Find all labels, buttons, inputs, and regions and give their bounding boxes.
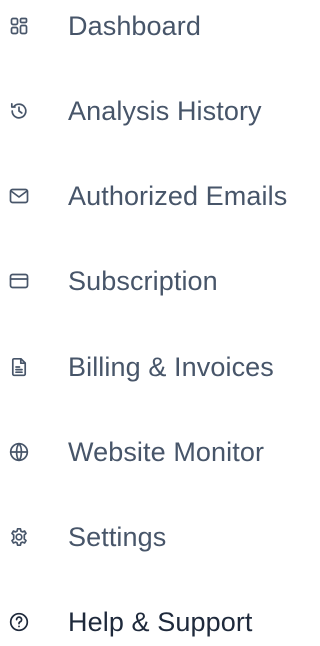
mail-icon: [9, 186, 29, 206]
sidebar-nav: Dashboard Analysis History Authorized Em…: [0, 0, 317, 637]
sidebar-item-label: Subscription: [68, 265, 218, 296]
sidebar-item-billing-invoices[interactable]: Billing & Invoices: [0, 343, 317, 391]
sidebar-item-help-support[interactable]: Help & Support: [0, 598, 317, 646]
sidebar-item-label: Dashboard: [68, 10, 201, 41]
sidebar-item-label: Settings: [68, 521, 167, 552]
sidebar-item-subscription[interactable]: Subscription: [0, 257, 317, 305]
sidebar-item-label: Authorized Emails: [68, 180, 288, 211]
globe-icon: [9, 442, 29, 462]
sidebar-item-label: Analysis History: [68, 95, 262, 126]
sidebar-item-label: Help & Support: [68, 606, 253, 637]
sidebar-item-website-monitor[interactable]: Website Monitor: [0, 428, 317, 476]
sidebar-item-label: Billing & Invoices: [68, 351, 274, 382]
document-icon: [9, 357, 29, 377]
credit-card-icon: [9, 271, 29, 291]
gear-icon: [9, 527, 29, 547]
help-circle-icon: [9, 612, 29, 632]
sidebar-item-analysis-history[interactable]: Analysis History: [0, 87, 317, 135]
history-icon: [9, 101, 29, 121]
sidebar-item-settings[interactable]: Settings: [0, 513, 317, 561]
dashboard-grid-icon: [9, 16, 29, 36]
sidebar-item-authorized-emails[interactable]: Authorized Emails: [0, 172, 317, 220]
sidebar-item-label: Website Monitor: [68, 436, 265, 467]
sidebar-item-dashboard[interactable]: Dashboard: [0, 2, 317, 50]
